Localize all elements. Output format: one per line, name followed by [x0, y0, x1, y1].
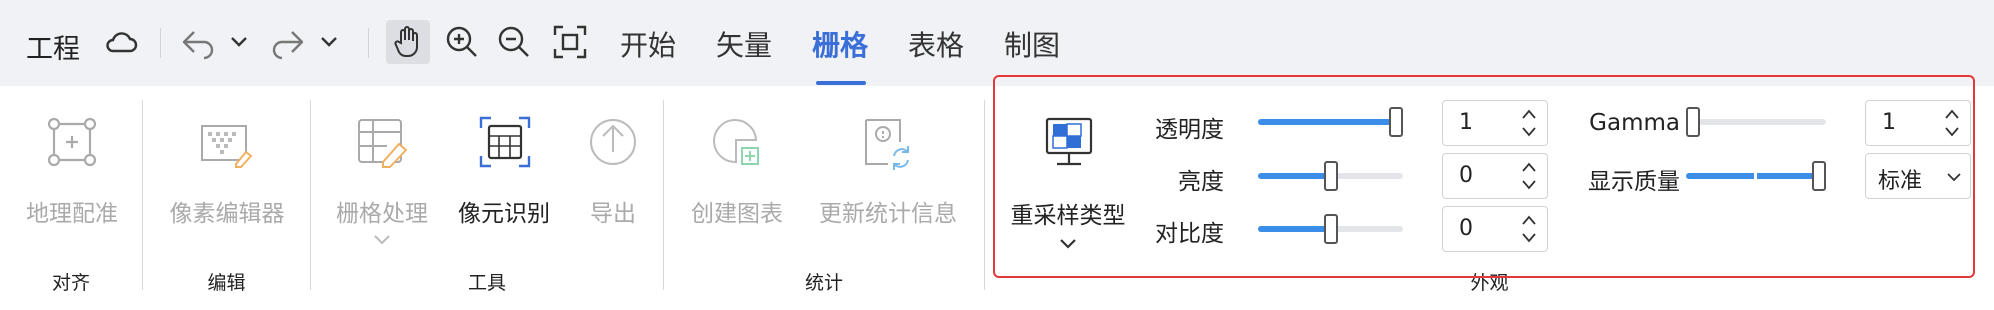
georeference-icon: [46, 116, 98, 168]
raster-processing-icon: [357, 118, 409, 168]
tab-raster[interactable]: 栅格: [812, 24, 868, 64]
highlight-rectangle: [993, 75, 1975, 278]
toolbar-separator: [160, 28, 161, 58]
georeference-label: 地理配准: [26, 201, 118, 227]
pixel-identify-label: 像元识别: [458, 201, 550, 227]
ribbon-group-stats: 创建图表 更新统计信息 统计: [664, 100, 984, 300]
pan-tool-button[interactable]: [386, 20, 430, 64]
pixel-editor-button[interactable]: 像素编辑器: [157, 110, 297, 240]
pixel-editor-label: 像素编辑器: [169, 201, 285, 227]
export-button[interactable]: 导出: [573, 110, 653, 240]
fit-extent-icon[interactable]: [552, 24, 588, 60]
project-menu[interactable]: 工程: [26, 27, 80, 66]
cloud-icon[interactable]: [104, 28, 138, 58]
undo-icon[interactable]: [180, 26, 216, 60]
redo-icon[interactable]: [270, 26, 306, 60]
zoom-in-icon[interactable]: [444, 24, 480, 60]
undo-dropdown-icon[interactable]: [230, 36, 248, 48]
create-chart-button[interactable]: 创建图表: [682, 110, 792, 240]
active-tab-indicator: [816, 81, 866, 85]
redo-dropdown-icon[interactable]: [320, 36, 338, 48]
pixel-identify-icon: [479, 116, 531, 168]
georeference-button[interactable]: 地理配准: [20, 110, 124, 240]
tab-start[interactable]: 开始: [620, 24, 676, 64]
create-chart-label: 创建图表: [691, 201, 783, 227]
update-statistics-icon: [862, 116, 914, 170]
tab-table[interactable]: 表格: [908, 24, 964, 64]
export-label: 导出: [590, 201, 636, 227]
export-icon: [587, 116, 639, 168]
group-label-align: 对齐: [51, 272, 90, 294]
ribbon-group-tools: 栅格处理 像元识别 导出 工具: [311, 100, 663, 300]
ribbon-group-align: 地理配准 对齐: [0, 100, 142, 300]
top-toolbar: 工程 开始 矢量 栅格 表格 制图: [0, 0, 1994, 86]
ribbon-group-edit: 像素编辑器 编辑: [143, 100, 310, 300]
tab-vector[interactable]: 矢量: [716, 24, 772, 64]
create-chart-icon: [712, 118, 764, 168]
group-label-tools: 工具: [467, 272, 506, 294]
zoom-out-icon[interactable]: [496, 24, 532, 60]
pixel-editor-icon: [200, 124, 254, 168]
chevron-down-icon: [373, 234, 391, 246]
update-statistics-label: 更新统计信息: [819, 201, 957, 227]
pixel-identify-button[interactable]: 像元识别: [451, 110, 557, 240]
raster-processing-label: 栅格处理: [336, 201, 428, 227]
tab-cartography[interactable]: 制图: [1004, 24, 1060, 64]
raster-processing-button[interactable]: 栅格处理: [329, 110, 435, 260]
update-statistics-button[interactable]: 更新统计信息: [810, 110, 966, 240]
pan-hand-icon: [393, 25, 423, 59]
group-label-edit: 编辑: [207, 272, 246, 294]
toolbar-separator: [368, 28, 369, 58]
group-label-stats: 统计: [804, 272, 843, 294]
